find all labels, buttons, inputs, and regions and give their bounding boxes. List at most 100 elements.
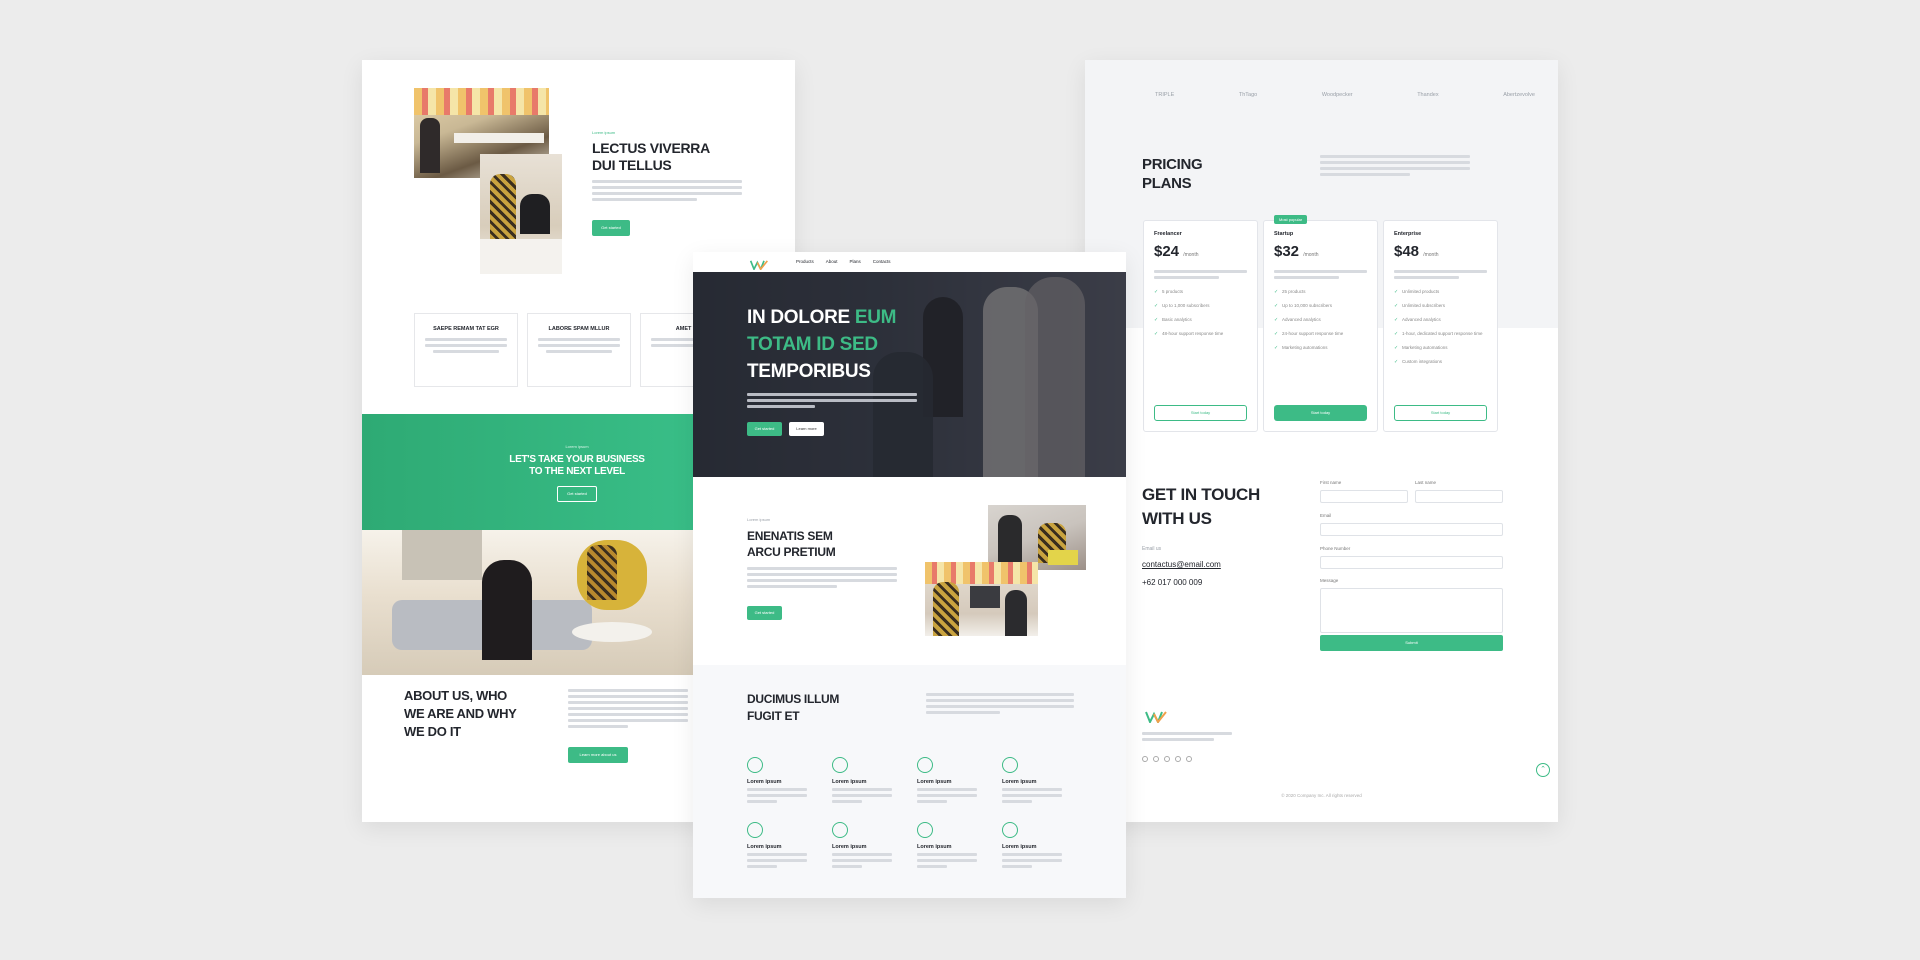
nav-about[interactable]: About xyxy=(826,259,838,264)
feature-card-title: LABORE SPAM MLLUR xyxy=(548,326,610,332)
plan-price: $32 /month xyxy=(1274,243,1367,260)
plan-feature: 1-hour, dedicated support response time xyxy=(1394,331,1487,337)
plan-feature: 25 products xyxy=(1274,289,1367,295)
hero-learn-more-button[interactable]: Learn more xyxy=(789,422,824,436)
copyright-text: © 2020 Company Inc. All rights reserved xyxy=(1281,793,1362,798)
social-icons xyxy=(1142,756,1192,762)
email-field[interactable] xyxy=(1320,523,1503,536)
last-name-field[interactable] xyxy=(1415,490,1503,503)
first-name-field[interactable] xyxy=(1320,490,1408,503)
contact-email-link[interactable]: contactus@email.com xyxy=(1142,560,1221,569)
plan-name: Startup xyxy=(1274,231,1294,237)
message-field[interactable] xyxy=(1320,588,1503,633)
feature-card: SAEPE REMAM TAT EGR xyxy=(414,313,518,387)
plan-feature: Marketing automations xyxy=(1394,345,1487,351)
pricing-paragraph xyxy=(1320,155,1470,179)
feature-title: Lorem ipsum xyxy=(917,844,952,850)
message-label: Message xyxy=(1320,578,1339,583)
plan-price-value: $32 xyxy=(1274,243,1300,260)
feature-title: Lorem ipsum xyxy=(917,779,952,785)
right-page-preview: TRIPLE ThTago Woodpecker Thandex Abertze… xyxy=(1085,60,1558,822)
plan-price-value: $48 xyxy=(1394,243,1420,260)
plan-period: /month xyxy=(1303,252,1319,258)
meeting-photo-1 xyxy=(988,505,1086,570)
mail-icon xyxy=(832,757,848,773)
about-us-title-line: ABOUT US, WHO xyxy=(404,688,507,703)
plan-feature: Marketing automations xyxy=(1274,345,1367,351)
twitter-icon[interactable] xyxy=(1164,756,1170,762)
hero-paragraph xyxy=(747,393,917,411)
plan-feature: Up to 10,000 subscribers xyxy=(1274,303,1367,309)
plan-feature: Unlimited products xyxy=(1394,289,1487,295)
plan-price: $48 /month xyxy=(1394,243,1487,260)
feature-item: Lorem ipsum xyxy=(917,757,977,806)
nav-products[interactable]: Products xyxy=(796,259,814,264)
phone-label: Phone Number xyxy=(1320,546,1351,551)
contact-title-line: GET IN TOUCH xyxy=(1142,485,1260,504)
about-title-line: DUI TELLUS xyxy=(592,157,672,173)
about-title: LECTUS VIVERRA DUI TELLUS xyxy=(592,140,710,174)
section3-title-line: DUCIMUS ILLUM xyxy=(747,692,840,706)
client-logos-row: TRIPLE ThTago Woodpecker Thandex Abertze… xyxy=(1155,92,1535,98)
pie-chart-icon xyxy=(832,822,848,838)
plan-feature: Custom integrations xyxy=(1394,359,1487,365)
section2-get-started-button[interactable]: Get started xyxy=(747,606,782,620)
feature-title: Lorem ipsum xyxy=(747,844,782,850)
home-icon xyxy=(747,822,763,838)
feature-card-title: SAEPE REMAM TAT EGR xyxy=(433,326,499,332)
plan-start-button[interactable]: Start today xyxy=(1154,405,1247,421)
submit-button[interactable]: Submit xyxy=(1320,635,1503,651)
logo-thtago: ThTago xyxy=(1238,92,1258,98)
plan-feature: Basic analytics xyxy=(1154,317,1247,323)
nav-plans[interactable]: Plans xyxy=(850,259,861,264)
hero-title: IN DOLORE EUM TOTAM ID SED TEMPORIBUS xyxy=(747,304,896,385)
about-us-paragraph xyxy=(568,689,688,731)
section3-paragraph xyxy=(926,693,1074,717)
feature-title: Lorem ipsum xyxy=(832,844,867,850)
nav-contacts[interactable]: Contacts xyxy=(873,259,891,264)
hero-title-line: TEMPORIBUS xyxy=(747,361,871,382)
plan-feature: Advanced analytics xyxy=(1274,317,1367,323)
hero-title-part: IN DOLORE xyxy=(747,307,855,328)
hero-get-started-button[interactable]: Get started xyxy=(747,422,782,436)
youtube-icon[interactable] xyxy=(1186,756,1192,762)
cta-button[interactable]: Get started xyxy=(557,486,597,502)
phone-field[interactable] xyxy=(1320,556,1503,569)
email-label: Email xyxy=(1320,513,1332,518)
plan-period: /month xyxy=(1423,252,1439,258)
heart-icon xyxy=(917,822,933,838)
learn-more-about-button[interactable]: Learn more about us xyxy=(568,747,628,763)
section2-paragraph xyxy=(747,567,897,591)
about-title-line: LECTUS VIVERRA xyxy=(592,140,710,156)
feature-title: Lorem ipsum xyxy=(832,779,867,785)
plan-start-button[interactable]: Start today xyxy=(1394,405,1487,421)
about-us-title-line: WE DO IT xyxy=(404,724,461,739)
section2-title-line: ARCU PRETIUM xyxy=(747,545,836,559)
contact-title-line: WITH US xyxy=(1142,509,1212,528)
plan-price: $24 /month xyxy=(1154,243,1247,260)
section3-title-line: FUGIT ET xyxy=(747,709,800,723)
about-us-title: ABOUT US, WHO WE ARE AND WHY WE DO IT xyxy=(404,687,517,741)
plan-name: Enterprise xyxy=(1394,231,1422,237)
logo-triple: TRIPLE xyxy=(1155,92,1175,98)
section2-eyebrow: Lorem ipsum xyxy=(747,517,771,522)
first-name-label: First name xyxy=(1320,480,1342,485)
linkedin-icon[interactable] xyxy=(1175,756,1181,762)
facebook-icon[interactable] xyxy=(1142,756,1148,762)
brand-logo[interactable] xyxy=(749,257,769,272)
feature-item: Lorem ipsum xyxy=(832,822,892,871)
popular-badge: Most popular xyxy=(1274,215,1308,224)
section3-title: DUCIMUS ILLUM FUGIT ET xyxy=(747,691,839,725)
plan-card-enterprise: Enterprise $48 /month Unlimited products… xyxy=(1383,220,1498,432)
logo-woodpecker: Woodpecker xyxy=(1321,92,1353,98)
instagram-icon[interactable] xyxy=(1153,756,1159,762)
about-get-started-button[interactable]: Get started xyxy=(592,220,630,236)
feature-item: Lorem ipsum xyxy=(747,757,807,806)
last-name-label: Last name xyxy=(1415,480,1437,485)
center-page-preview: Products About Plans Contacts IN DOLORE … xyxy=(693,252,1126,898)
scroll-top-icon[interactable]: ⌃ xyxy=(1536,763,1550,777)
hero-section: IN DOLORE EUM TOTAM ID SED TEMPORIBUS Ge… xyxy=(693,272,1126,477)
about-us-title-line: WE ARE AND WHY xyxy=(404,706,517,721)
plan-start-button[interactable]: Start today xyxy=(1274,405,1367,421)
feature-title: Lorem ipsum xyxy=(1002,779,1037,785)
